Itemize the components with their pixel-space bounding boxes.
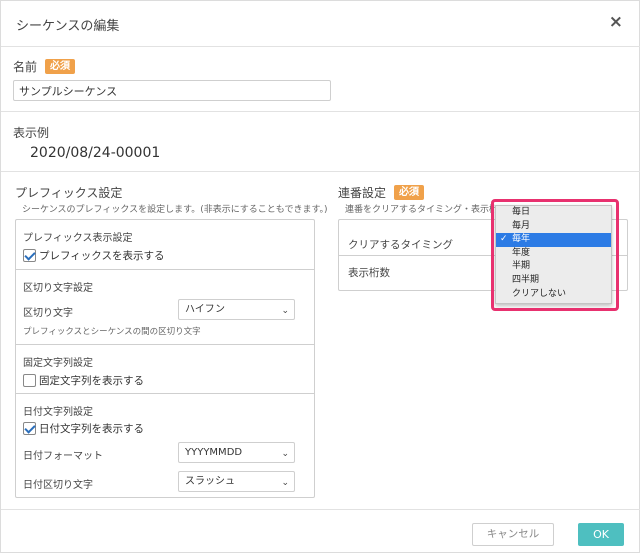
date-separator-label: 日付区切り文字 bbox=[23, 480, 93, 491]
name-label-row: 名前 必須 bbox=[13, 58, 76, 75]
show-date-string-label: 日付文字列を表示する bbox=[39, 423, 144, 435]
example-value: 2020/08/24-00001 bbox=[30, 145, 161, 161]
dialog-header: シーケンスの編集 × bbox=[1, 1, 640, 47]
required-badge: 必須 bbox=[45, 59, 76, 74]
name-label: 名前 bbox=[13, 60, 38, 74]
prefix-settings-description: シーケンスのプレフィックスを設定します。(非表示にすることもできます。) bbox=[22, 205, 328, 215]
dropdown-highlight-frame bbox=[491, 199, 619, 311]
example-label: 表示例 bbox=[13, 126, 50, 140]
separator-select[interactable]: ハイフン ⌄ bbox=[178, 299, 295, 320]
prefix-settings-panel: プレフィックス表示設定 プレフィックスを表示する 区切り文字設定 区切り文字 ハ… bbox=[15, 219, 315, 498]
sequence-edit-dialog: シーケンスの編集 × 名前 必須 表示例 2020/08/24-00001 プレ… bbox=[0, 0, 640, 553]
chevron-down-icon: ⌄ bbox=[281, 449, 289, 459]
show-fixed-string-checkbox[interactable]: 固定文字列を表示する bbox=[23, 373, 144, 388]
chevron-down-icon: ⌄ bbox=[281, 478, 289, 488]
cancel-button[interactable]: キャンセル bbox=[472, 523, 554, 546]
date-string-group-title: 日付文字列設定 bbox=[23, 407, 93, 418]
show-prefix-label: プレフィックスを表示する bbox=[39, 250, 165, 262]
digits-label: 表示桁数 bbox=[348, 267, 390, 279]
show-fixed-string-label: 固定文字列を表示する bbox=[39, 375, 144, 387]
required-badge: 必須 bbox=[394, 185, 425, 200]
date-format-select[interactable]: YYYYMMDD ⌄ bbox=[178, 442, 295, 463]
example-section: 表示例 2020/08/24-00001 bbox=[1, 112, 640, 172]
date-format-label: 日付フォーマット bbox=[23, 451, 103, 462]
prefix-display-group: プレフィックス表示設定 プレフィックスを表示する bbox=[16, 220, 314, 270]
name-input[interactable] bbox=[13, 80, 331, 101]
clear-timing-label: クリアするタイミング bbox=[348, 239, 453, 251]
prefix-display-group-title: プレフィックス表示設定 bbox=[23, 233, 133, 244]
ok-button[interactable]: OK bbox=[578, 523, 624, 546]
prefix-settings-title: プレフィックス設定 bbox=[15, 186, 123, 200]
separator-select-value: ハイフン bbox=[185, 304, 225, 315]
name-section: 名前 必須 bbox=[1, 47, 640, 112]
date-separator-value: スラッシュ bbox=[185, 476, 235, 487]
show-prefix-checkbox[interactable]: プレフィックスを表示する bbox=[23, 248, 164, 263]
checkmark-icon[interactable] bbox=[23, 422, 36, 435]
date-string-group: 日付文字列設定 日付文字列を表示する 日付フォーマット YYYYMMDD ⌄ 日… bbox=[16, 394, 314, 498]
serial-settings-description: 連番をクリアするタイミング・表示桁数を設定します bbox=[345, 205, 495, 215]
checkbox-icon[interactable] bbox=[23, 374, 36, 387]
separator-group: 区切り文字設定 区切り文字 ハイフン ⌄ プレフィックスとシーケンスの間の区切り… bbox=[16, 270, 314, 345]
dialog-title: シーケンスの編集 bbox=[16, 19, 120, 34]
separator-label: 区切り文字 bbox=[23, 308, 73, 319]
fixed-string-group-title: 固定文字列設定 bbox=[23, 358, 93, 369]
dialog-footer: キャンセル OK bbox=[1, 509, 640, 553]
serial-settings-title-row: 連番設定 必須 bbox=[338, 184, 425, 201]
serial-settings-title: 連番設定 bbox=[338, 186, 387, 200]
chevron-down-icon: ⌄ bbox=[281, 306, 289, 316]
separator-hint: プレフィックスとシーケンスの間の区切り文字 bbox=[23, 327, 201, 337]
date-separator-select[interactable]: スラッシュ ⌄ bbox=[178, 471, 295, 492]
show-date-string-checkbox[interactable]: 日付文字列を表示する bbox=[23, 421, 144, 436]
fixed-string-group: 固定文字列設定 固定文字列を表示する bbox=[16, 345, 314, 394]
checkmark-icon[interactable] bbox=[23, 249, 36, 262]
date-format-value: YYYYMMDD bbox=[185, 447, 243, 458]
close-icon[interactable]: × bbox=[609, 13, 623, 31]
separator-group-title: 区切り文字設定 bbox=[23, 283, 93, 294]
